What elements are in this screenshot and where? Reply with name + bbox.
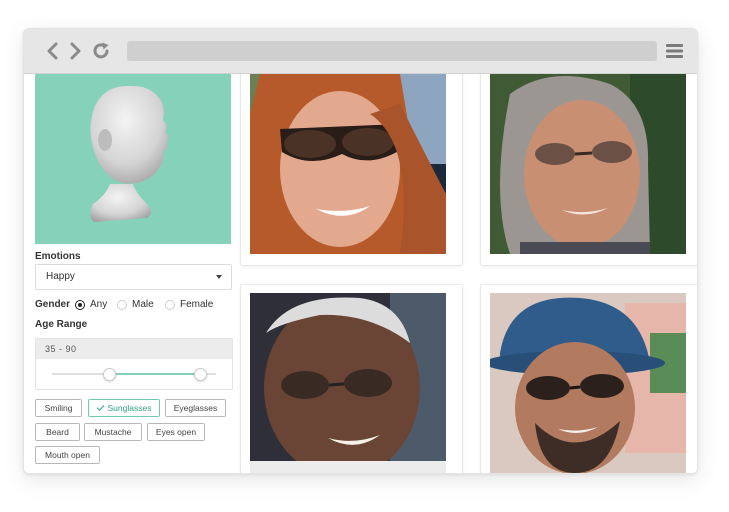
tag-eyes-open[interactable]: Eyes open	[147, 423, 205, 441]
chevron-right-icon[interactable]	[64, 40, 86, 62]
radio-unchecked-icon	[165, 300, 175, 310]
gender-option-label: Female	[180, 299, 214, 310]
age-range-label: Age Range	[35, 319, 88, 330]
tag-label: Mouth open	[45, 450, 90, 460]
filter-sidebar: Emotions Happy Gender Any Male Female Ag…	[24, 74, 240, 473]
age-range-value: 35 - 90	[45, 344, 77, 354]
tag-label: Beard	[46, 427, 69, 437]
radio-unchecked-icon	[117, 300, 127, 310]
tag-label: Smiling	[44, 403, 73, 413]
tag-label: Eyeglasses	[173, 403, 218, 413]
slider-handle-min[interactable]	[103, 368, 117, 381]
page-content: Emotions Happy Gender Any Male Female Ag…	[24, 74, 697, 473]
face-photo-man-glasses[interactable]	[250, 293, 446, 473]
tag-mustache[interactable]: Mustache	[84, 423, 142, 441]
age-range-slider: 35 - 90	[35, 338, 233, 390]
chevron-left-icon[interactable]	[42, 40, 64, 62]
gender-option-label: Male	[132, 299, 154, 310]
slider-handle-max[interactable]	[193, 368, 207, 381]
tag-label: Mustache	[94, 427, 132, 437]
face-results-grid	[240, 74, 697, 473]
hamburger-menu-icon[interactable]	[665, 41, 687, 63]
reload-icon[interactable]	[90, 40, 112, 62]
slider-track-fill	[109, 373, 200, 375]
emotion-select[interactable]: Happy	[35, 264, 232, 290]
tag-label: Sunglasses	[107, 403, 152, 413]
checkmark-icon	[96, 403, 104, 411]
browser-window: Emotions Happy Gender Any Male Female Ag…	[23, 28, 698, 474]
tag-eyeglasses[interactable]: Eyeglasses	[165, 399, 226, 417]
head-model-icon	[90, 85, 169, 222]
face-photo-woman-sunglasses[interactable]	[250, 74, 446, 254]
age-range-header: 35 - 90	[36, 339, 232, 359]
tag-mouth-open[interactable]: Mouth open	[35, 446, 100, 464]
gender-option-label: Any	[90, 299, 108, 310]
tag-smiling[interactable]: Smiling	[35, 399, 82, 417]
caret-down-icon	[216, 275, 222, 279]
3d-head-preview[interactable]	[35, 74, 231, 244]
browser-toolbar	[24, 29, 697, 74]
face-photo-woman-glasses[interactable]	[490, 74, 686, 254]
face-photo-man-hat[interactable]	[490, 293, 686, 473]
address-bar[interactable]	[127, 41, 657, 61]
radio-checked-icon	[75, 300, 85, 310]
tag-sunglasses[interactable]: Sunglasses	[88, 399, 160, 417]
gender-label: Gender	[35, 299, 71, 310]
tag-beard[interactable]: Beard	[35, 423, 80, 441]
emotion-select-value: Happy	[46, 271, 75, 282]
emotions-label: Emotions	[35, 251, 81, 262]
tag-label: Eyes open	[155, 427, 197, 437]
